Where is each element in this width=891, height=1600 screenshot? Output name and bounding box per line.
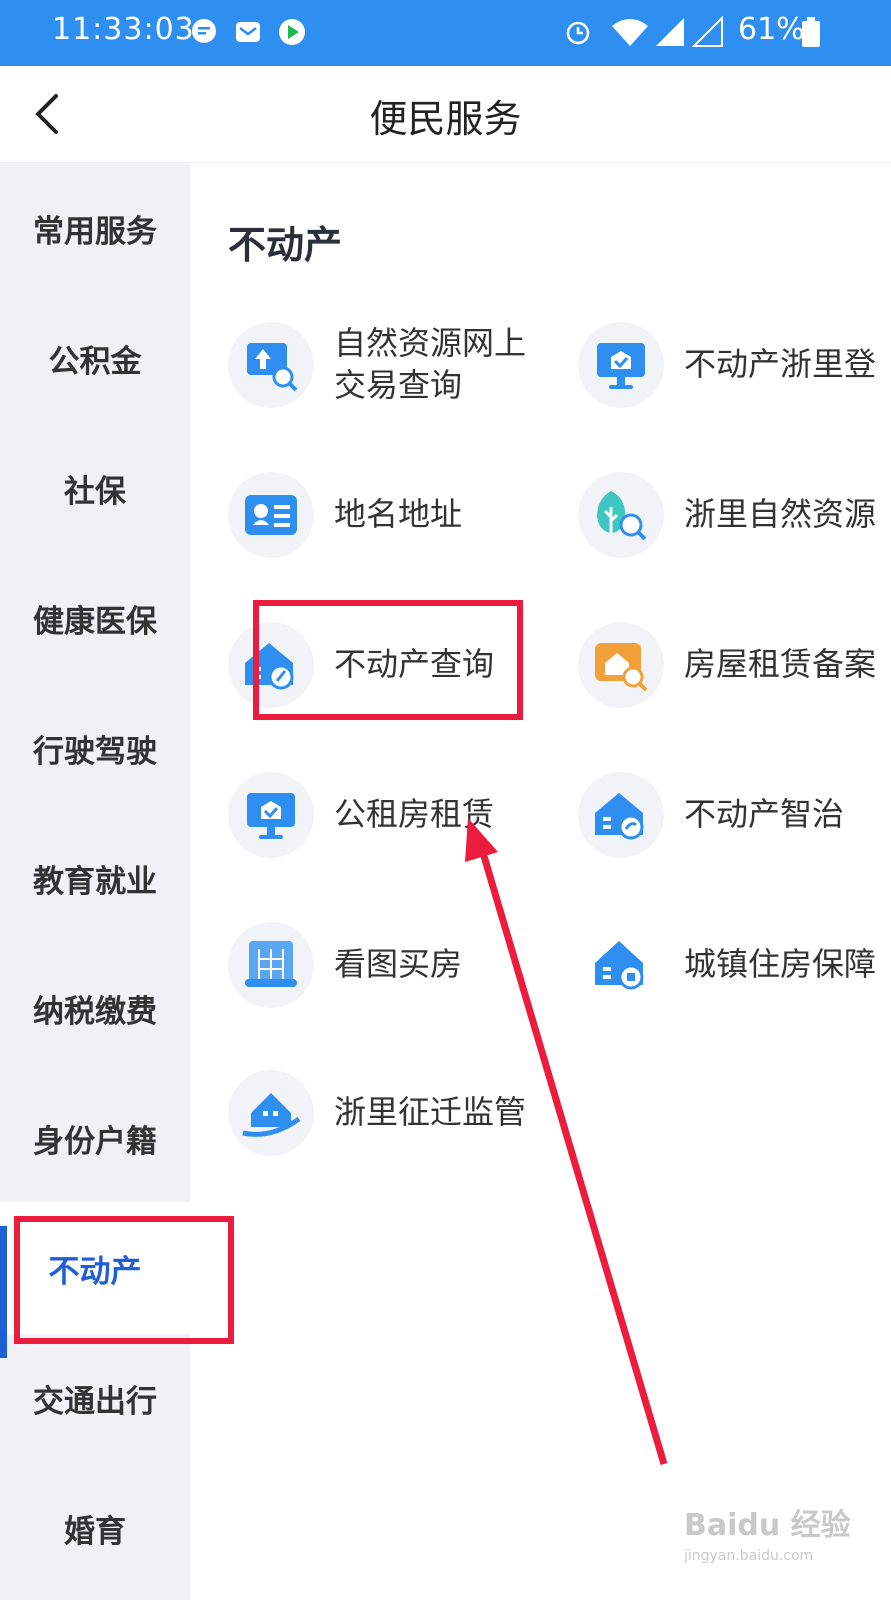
watermark-url: jingyan.baidu.com [684, 1548, 814, 1564]
annotation-arrow [465, 818, 668, 1465]
watermark: Baidu 经验 jingyan.baidu.com [684, 1500, 851, 1564]
watermark-brand: Baidu 经验 [684, 1508, 851, 1543]
